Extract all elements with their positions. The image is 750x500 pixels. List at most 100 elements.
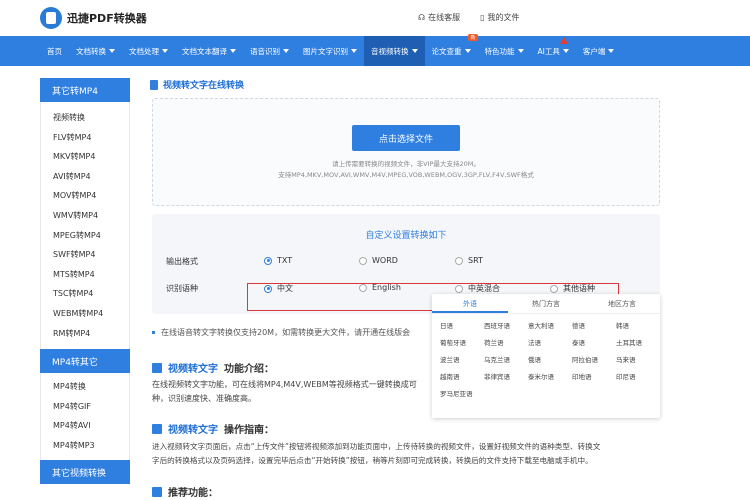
list-icon bbox=[152, 486, 162, 497]
nav-item-5[interactable]: 图片文字识别 bbox=[296, 36, 364, 66]
sidebar: 其它转MP4 视频转换 FLV转MP4 MKV转MP4 AVI转MP4 MOV转MP4 W… bbox=[40, 78, 130, 484]
nav-item-label: 首页 bbox=[47, 46, 62, 56]
radio-icon bbox=[550, 284, 558, 293]
sidebar-item[interactable]: AVI转MP4 bbox=[41, 167, 129, 187]
size-note: 在线语音转文字转换仅支持20M，如需转换更大文件，请开通在线版会 bbox=[152, 327, 432, 338]
language-tab[interactable]: 热门方言 bbox=[508, 294, 584, 313]
sidebar-item[interactable]: MKV转MP4 bbox=[41, 147, 129, 167]
language-option[interactable]: 泰语 bbox=[572, 337, 616, 347]
sidebar-item[interactable]: MP4转换 bbox=[41, 377, 129, 397]
language-option[interactable]: 马来语 bbox=[616, 354, 660, 364]
document-icon bbox=[150, 79, 158, 90]
brand-logo[interactable]: 迅捷PDF转换器 bbox=[40, 7, 147, 29]
nav-item-label: 语音识别 bbox=[250, 46, 280, 56]
sidebar-item[interactable]: WEBM转MP4 bbox=[41, 304, 129, 324]
language-tab[interactable]: 地区方言 bbox=[584, 294, 660, 313]
language-option[interactable]: 日语 bbox=[440, 320, 484, 330]
language-option[interactable]: 阿拉伯语 bbox=[572, 354, 616, 364]
sidebar-item[interactable]: WMV转MP4 bbox=[41, 206, 129, 226]
nav-item-label: AI工具 bbox=[537, 46, 560, 56]
nav-item-6[interactable]: 音视频转换 bbox=[364, 36, 425, 66]
language-option[interactable]: 罗马尼亚语 bbox=[440, 388, 484, 398]
language-option[interactable]: 葡萄牙语 bbox=[440, 337, 484, 347]
output-radio-txt[interactable]: TXT bbox=[264, 256, 292, 265]
choose-file-button[interactable]: 点击选择文件 bbox=[352, 125, 460, 151]
radio-icon bbox=[455, 284, 463, 293]
language-tab[interactable]: 外语 bbox=[432, 294, 508, 313]
language-dropdown: 外语 热门方言 地区方言 日语 西班牙语 意大利语 德语 韩语葡萄牙语 荷兰语 法语 泰语 土耳其语… bbox=[432, 294, 660, 418]
nav-item-7[interactable]: 论文查重新 bbox=[425, 34, 478, 66]
sidebar-item[interactable]: MOV转MP4 bbox=[41, 186, 129, 206]
language-option[interactable]: 西班牙语 bbox=[484, 320, 528, 330]
nav-item-8[interactable]: 特色功能 bbox=[478, 36, 531, 66]
lang-radio-english[interactable]: English bbox=[359, 283, 401, 292]
caret-down-icon bbox=[411, 49, 418, 53]
sidebar-item[interactable]: RM转MP4 bbox=[41, 324, 129, 344]
upload-formats-hint: 支持MP4,MKV,MOV,AVI,WMV,M4V,MPEG,VOB,WEBM,… bbox=[278, 171, 534, 179]
lang-radio-other[interactable]: 其他语种 bbox=[550, 283, 595, 294]
intro-heading-suffix: 功能介绍： bbox=[224, 364, 274, 375]
language-option[interactable]: 土耳其语 bbox=[616, 337, 660, 347]
sidebar-section-title: 其它视频转换 bbox=[40, 459, 130, 484]
language-option[interactable]: 意大利语 bbox=[528, 320, 572, 330]
intro-line: 在线视频转文字功能，可在线将MP4,M4V,WEBM等视频格式一键转换成可 bbox=[152, 380, 417, 389]
language-option[interactable]: 荷兰语 bbox=[484, 337, 528, 347]
nav-item-label: 特色功能 bbox=[484, 46, 515, 56]
language-option[interactable]: 印地语 bbox=[572, 371, 616, 381]
nav-item-3[interactable]: 文档文本翻译 bbox=[175, 36, 243, 66]
sidebar-list: MP4转换 MP4转GIF MP4转AVI MP4转MP3 bbox=[40, 373, 130, 460]
language-option[interactable]: 波兰语 bbox=[440, 354, 484, 364]
bullet-icon bbox=[152, 331, 155, 334]
guide-line: 字后的转换格式以及页码选择，设置完毕后点击“开始转换”按钮，稍等片刻即可完成转换… bbox=[152, 456, 593, 465]
sidebar-item[interactable]: 视频转换 bbox=[41, 108, 129, 128]
sidebar-item[interactable]: MP4转MP3 bbox=[41, 436, 129, 456]
language-option[interactable]: 乌克兰语 bbox=[484, 354, 528, 364]
nav-item-1[interactable]: 文档转换 bbox=[69, 36, 122, 66]
language-option[interactable]: 印尼语 bbox=[616, 371, 660, 381]
intro-text: 在线视频转文字功能，可在线将MP4,M4V,WEBM等视频格式一键转换成可 种，… bbox=[152, 378, 432, 406]
customer-service-link[interactable]: ☊ 在线客服 bbox=[418, 12, 460, 23]
radio-selected-icon bbox=[264, 284, 272, 293]
main-nav: 首页 文档转换 文档处理 文档文本翻译 语音识别 图片文字识别 音视频转换 论文查重新特色功能… bbox=[0, 34, 750, 66]
language-option[interactable]: 韩语 bbox=[616, 320, 660, 330]
output-radio-word[interactable]: WORD bbox=[359, 256, 398, 265]
intro-heading-title: 视频转文字 bbox=[168, 364, 218, 375]
language-option[interactable]: 俄语 bbox=[528, 354, 572, 364]
language-option[interactable]: 菲律宾语 bbox=[484, 371, 528, 381]
nav-item-0[interactable]: 首页 bbox=[40, 36, 69, 66]
sidebar-item[interactable]: SWF转MP4 bbox=[41, 245, 129, 265]
my-files-link[interactable]: ▯ 我的文件 bbox=[480, 12, 519, 23]
lang-radio-chinese[interactable]: 中文 bbox=[264, 283, 293, 294]
intro-heading: 视频转文字 功能介绍： bbox=[152, 360, 274, 375]
page-title: 视频转文字在线转换 bbox=[150, 78, 750, 91]
sidebar-item[interactable]: MP4转AVI bbox=[41, 416, 129, 436]
new-badge: 新 bbox=[468, 34, 478, 41]
sidebar-item[interactable]: TSC转MP4 bbox=[41, 284, 129, 304]
brand-name: 迅捷PDF转换器 bbox=[67, 12, 147, 25]
nav-item-label: 图片文字识别 bbox=[303, 46, 348, 56]
radio-label: TXT bbox=[277, 256, 293, 265]
upload-hint: 请上传需要转换的视频文件，非VIP最大支持20M。 bbox=[332, 160, 480, 168]
output-radio-srt[interactable]: SRT bbox=[455, 256, 483, 265]
customer-service-label: 在线客服 bbox=[428, 13, 461, 22]
language-option[interactable]: 法语 bbox=[528, 337, 572, 347]
sidebar-list: 视频转换 FLV转MP4 MKV转MP4 AVI转MP4 MOV转MP4 WMV转MP4 M… bbox=[40, 102, 130, 350]
language-option[interactable]: 越南语 bbox=[440, 371, 484, 381]
output-format-label: 输出格式 bbox=[166, 257, 198, 266]
language-option[interactable]: 德语 bbox=[572, 320, 616, 330]
sidebar-item[interactable]: MP4转GIF bbox=[41, 397, 129, 417]
upload-dropzone[interactable]: 点击选择文件 请上传需要转换的视频文件，非VIP最大支持20M。 支持MP4,M… bbox=[152, 98, 660, 206]
nav-item-9[interactable]: AI工具 bbox=[531, 36, 576, 66]
sidebar-section-title: 其它转MP4 bbox=[40, 78, 130, 102]
nav-item-10[interactable]: 客户端 bbox=[576, 36, 622, 66]
sidebar-item[interactable]: MTS转MP4 bbox=[41, 265, 129, 285]
language-option[interactable]: 泰米尔语 bbox=[528, 371, 572, 381]
nav-item-4[interactable]: 语音识别 bbox=[243, 36, 296, 66]
nav-item-2[interactable]: 文档处理 bbox=[122, 36, 175, 66]
sidebar-item[interactable]: MPEG转MP4 bbox=[41, 226, 129, 246]
sidebar-item[interactable]: FLV转MP4 bbox=[41, 128, 129, 148]
guide-heading: 视频转文字 操作指南： bbox=[152, 421, 274, 436]
caret-down-icon bbox=[464, 49, 471, 53]
brand-logo-icon bbox=[40, 7, 62, 29]
lang-radio-mixed[interactable]: 中英混合 bbox=[455, 283, 500, 294]
